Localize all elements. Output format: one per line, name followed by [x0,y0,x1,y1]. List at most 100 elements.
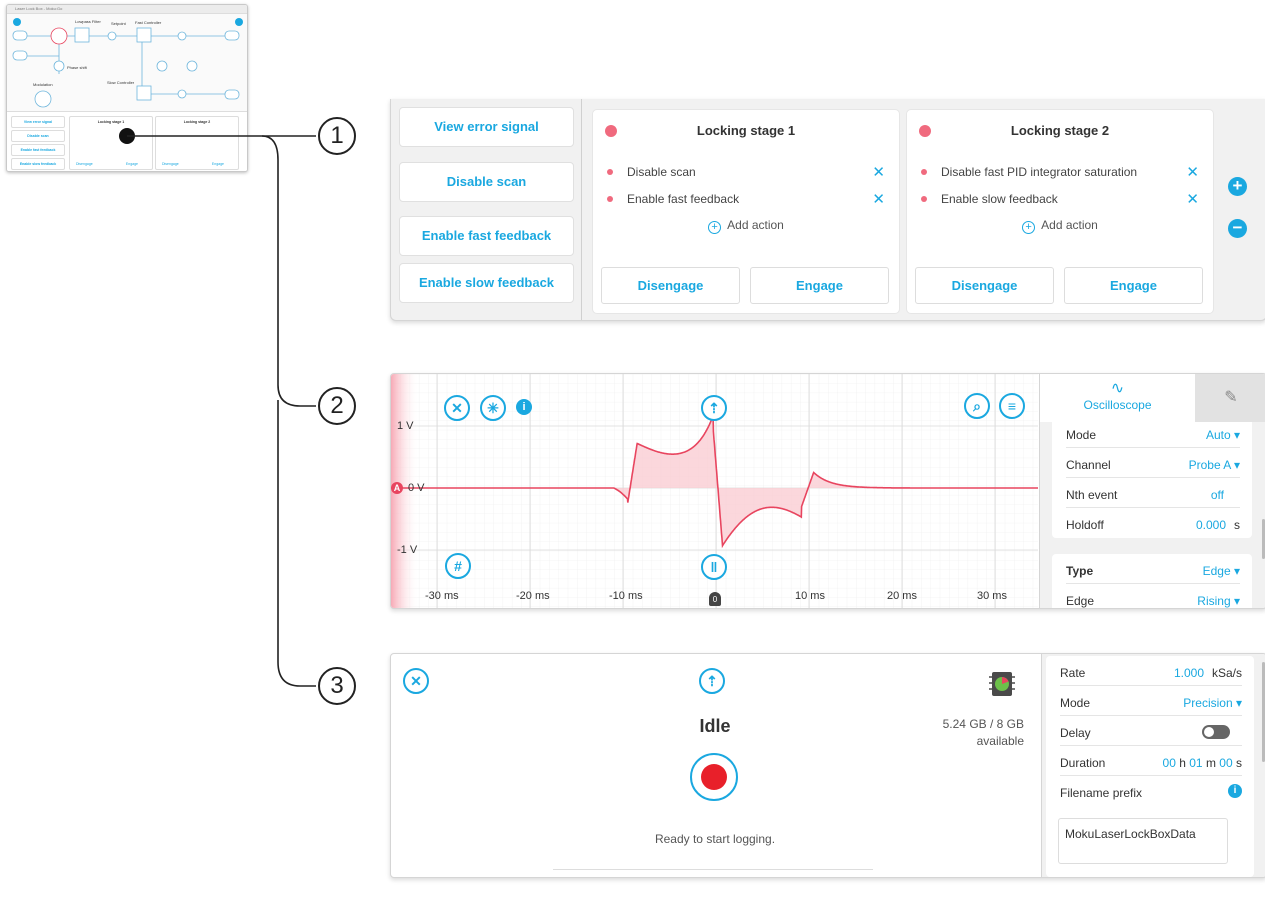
remove-action-icon[interactable]: ✕ [1186,163,1199,181]
clear-icon[interactable]: ✕ [444,395,470,421]
engage-button[interactable]: Engage [1064,267,1203,304]
duration-seconds[interactable]: 00 [1219,756,1232,770]
remove-action-icon[interactable]: ✕ [872,190,885,208]
logger-message: Ready to start logging. [654,832,776,846]
filename-prefix-input[interactable]: MokuLaserLockBoxData [1058,818,1228,864]
grid-icon[interactable]: # [445,553,471,579]
sine-wave-icon: ∿ [1110,380,1125,397]
y-tick-label: 0 V [408,482,425,494]
duration-minutes[interactable]: 01 [1189,756,1202,770]
x-tick-label: -10 ms [609,590,643,602]
disengage-button[interactable]: Disengage [601,267,740,304]
action-bullet [921,169,927,175]
setting-value[interactable]: Auto ▾ [1206,428,1240,442]
logger-settings-sidebar: Rate 1.000 kSa/s Mode Precision ▾ Delay … [1041,654,1265,877]
setting-label: Nth event [1066,488,1118,502]
add-action-label: Add action [727,218,784,232]
locking-stage-1: Locking stage 1 Disable scan ✕ Enable fa… [592,109,900,314]
setting-row[interactable]: Delay [1060,720,1242,746]
delay-toggle[interactable] [1202,725,1230,739]
action-label: Disable fast PID integrator saturation [941,165,1138,179]
y-tick-label: -1 V [397,544,418,556]
setting-label: Holdoff [1066,518,1104,532]
remove-action-icon[interactable]: ✕ [1186,190,1199,208]
setting-row[interactable]: Mode Auto ▾ [1066,422,1240,448]
pause-icon[interactable]: ‖ [701,554,727,580]
storage-used: 5.24 GB / 8 GB [942,717,1024,731]
storage-available-label: available [976,734,1024,748]
setting-row[interactable]: Nth event off [1066,482,1240,508]
callout-number-3: 3 [318,667,356,705]
enable-fast-feedback-button[interactable]: Enable fast feedback [399,216,574,256]
zoom-icon[interactable]: ⌕ [964,393,990,419]
stage-action-item: Enable slow feedback ✕ [919,191,1201,209]
stage-title: Locking stage 2 [1010,123,1110,138]
pencil-icon[interactable]: ✎ [1195,374,1265,422]
setting-label: Channel [1066,458,1111,472]
data-logger-panel: ✕ ⇡ Idle Ready to start logging. 5.24 GB… [390,653,1265,878]
y-tick-label: 1 V [397,420,414,432]
setting-value[interactable]: Probe A ▾ [1189,458,1240,472]
action-bullet [921,196,927,202]
probe-spark-icon[interactable]: ✳ [480,395,506,421]
storage-info: 5.24 GB / 8 GB available [943,716,1024,750]
x-tick-label: 10 ms [795,590,825,602]
info-icon[interactable]: i [516,399,532,415]
channel-a-marker[interactable]: A [391,482,403,494]
setting-row[interactable]: Channel Probe A ▾ [1066,452,1240,478]
add-action-button[interactable]: + Add action [593,218,899,234]
setting-row[interactable]: Duration 00 h 01 m 00 s [1060,750,1242,776]
disable-scan-button[interactable]: Disable scan [399,162,574,202]
info-icon[interactable]: i [1228,784,1242,798]
setting-label: Edge [1066,594,1095,608]
setting-row[interactable]: Holdoff 0.000 s [1066,512,1240,538]
duration-hours[interactable]: 00 [1163,756,1176,770]
rate-unit: kSa/s [1211,666,1242,680]
record-button[interactable] [690,753,738,801]
stage-action-item: Disable fast PID integrator saturation ✕ [919,164,1201,182]
add-stage-button[interactable]: + [1228,177,1247,196]
setting-value[interactable]: off [1211,488,1224,502]
add-action-button[interactable]: + Add action [907,218,1213,234]
setting-row[interactable]: Mode Precision ▾ [1060,690,1242,716]
cloud-upload-icon[interactable]: ⇡ [701,395,727,421]
duration-hours-unit: h [1179,756,1186,770]
setting-label: Mode [1066,428,1097,442]
acquisition-settings: Mode Auto ▾ Channel Probe A ▾ Nth event … [1052,422,1252,538]
oscilloscope-plot[interactable]: ✕ ✳ i ⇡ ⌕ ≡ # ‖ 1 V A 0 V -1 V -30 ms -2… [391,374,1038,608]
engage-button[interactable]: Engage [750,267,889,304]
add-circle-icon: + [1022,221,1036,234]
trigger-settings: Type Edge ▾ Edge Rising ▾ [1052,554,1252,608]
oscilloscope-settings-sidebar: ∿ Oscilloscope ✎ Mode Auto ▾ Channel Pro… [1039,374,1265,608]
adjust-sliders-icon[interactable]: ≡ [999,393,1025,419]
logger-settings: Rate 1.000 kSa/s Mode Precision ▾ Delay … [1046,656,1254,877]
close-icon[interactable]: ✕ [403,668,429,694]
cloud-upload-icon[interactable]: ⇡ [699,668,725,694]
setting-row[interactable]: Edge Rising ▾ [1066,588,1240,608]
setting-value[interactable]: Rising ▾ [1197,594,1240,608]
rate-value[interactable]: 1.000 [1174,666,1204,680]
duration-value[interactable]: 00 h 01 m 00 s [1163,756,1242,770]
remove-action-icon[interactable]: ✕ [872,163,885,181]
setting-value[interactable]: 0.000 [1196,518,1226,532]
x-tick-label: -30 ms [425,590,459,602]
action-label: Disable scan [627,165,696,179]
mode-value[interactable]: Precision ▾ [1183,696,1242,710]
callout-connectors [119,128,316,687]
setting-row[interactable]: Type Edge ▾ [1066,558,1240,584]
setting-value[interactable]: Edge ▾ [1203,564,1240,578]
remove-stage-button[interactable]: − [1228,219,1247,238]
setting-row: Filename prefix i [1060,780,1242,806]
view-error-signal-button[interactable]: View error signal [399,107,574,147]
panel-divider [581,99,582,320]
enable-slow-feedback-button[interactable]: Enable slow feedback [399,263,574,303]
setting-label: Filename prefix [1060,786,1143,800]
divider-line [553,869,873,870]
setting-unit: s [1234,518,1240,532]
setting-label: Duration [1060,756,1106,770]
disengage-button[interactable]: Disengage [915,267,1054,304]
trigger-position-marker[interactable]: 0 [709,592,721,606]
setting-row[interactable]: Rate 1.000 kSa/s [1060,660,1242,686]
tab-oscilloscope[interactable]: ∿ Oscilloscope [1040,374,1195,422]
action-label: Enable fast feedback [627,192,740,206]
